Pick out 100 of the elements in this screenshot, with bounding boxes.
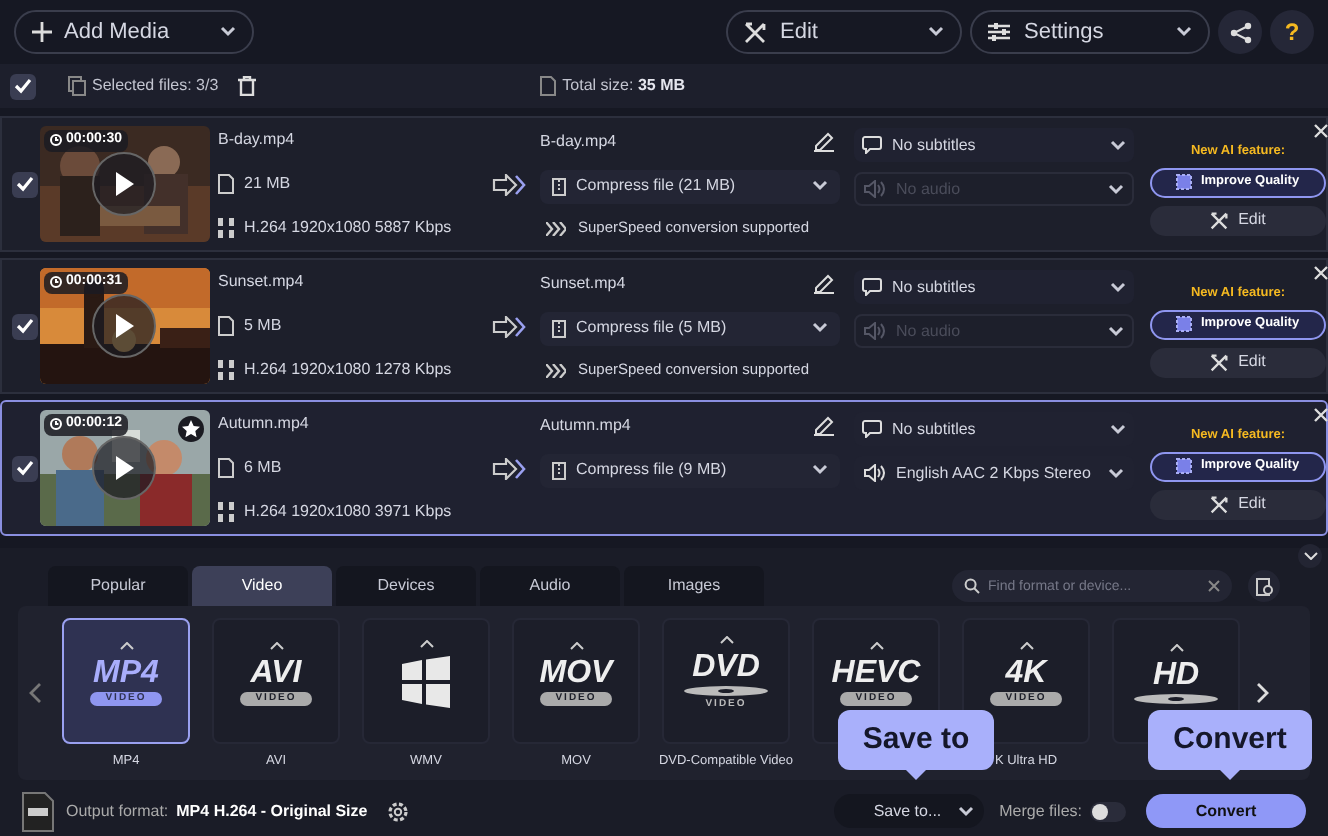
enhance-icon (1176, 316, 1193, 333)
edit-button[interactable]: Edit (1150, 489, 1326, 520)
checkbox[interactable] (12, 171, 38, 197)
selected-files-count: Selected files: 3/3 (92, 74, 219, 98)
format-logo: HEVC (831, 657, 921, 689)
help-button[interactable]: ? (1270, 10, 1314, 54)
clock-icon (50, 134, 62, 147)
speaker-icon (864, 322, 886, 340)
share-icon (1229, 21, 1251, 43)
file-name: Autumn.mp4 (218, 412, 311, 436)
chevrons-icon (546, 221, 566, 235)
format-logo: HD (1152, 659, 1200, 691)
file-name: Sunset.mp4 (218, 270, 306, 294)
add-media-button[interactable]: Add Media (14, 10, 254, 54)
play-icon (114, 172, 134, 196)
codec-info: H.264 1920x1080 5887 Kbps (244, 216, 452, 240)
film-icon (218, 218, 234, 238)
chevron-up-icon (1169, 643, 1183, 651)
output-file-name: Autumn.mp4 (540, 414, 631, 438)
output-file-name: Sunset.mp4 (540, 272, 626, 296)
play-icon (114, 456, 134, 480)
document-icon (218, 316, 234, 336)
gear-icon (385, 799, 410, 823)
speech-bubble-icon (862, 420, 882, 438)
chevron-up-icon (869, 641, 883, 649)
caret-icon (1110, 139, 1126, 151)
caret-icon (1176, 26, 1192, 38)
format-tile[interactable] (362, 618, 490, 744)
subtitles-dropdown[interactable]: No subtitles (854, 128, 1134, 162)
play-icon (114, 314, 134, 338)
convert-arrow-icon (492, 173, 526, 195)
tools-icon (1210, 353, 1229, 372)
checkbox[interactable] (12, 455, 38, 481)
tools-icon (744, 21, 766, 43)
caret-icon (812, 464, 828, 476)
tooltip-pointer (906, 770, 926, 780)
chevron-up-icon (119, 641, 133, 649)
format-logo: MOV (539, 657, 613, 689)
edit-button[interactable]: Edit (1150, 347, 1326, 378)
trash-icon (237, 76, 256, 96)
chevrons-icon (546, 363, 566, 377)
zip-icon (552, 177, 566, 195)
format-tab[interactable]: Audio (480, 566, 620, 606)
collapse-button[interactable] (1298, 544, 1322, 568)
clock-icon (50, 276, 62, 289)
compress-dropdown[interactable]: Compress file (21 MB) (540, 169, 840, 203)
tooltip: Save to (838, 710, 994, 770)
caret-icon (1303, 552, 1317, 560)
caret-icon (957, 805, 974, 817)
subtitles-dropdown[interactable]: No subtitles (854, 270, 1134, 304)
speech-bubble-icon (862, 136, 882, 154)
output-format-value: MP4 H.264 - Original Size (176, 799, 368, 823)
caret-icon (1110, 423, 1126, 435)
checkbox[interactable] (10, 73, 36, 99)
save-to-dropdown[interactable]: Save to... (833, 794, 984, 828)
edit-button[interactable]: Edit (1150, 205, 1326, 236)
tooltip: Convert (1148, 710, 1312, 770)
pencil-icon (814, 416, 834, 436)
merge-files-label: Merge files: (999, 799, 1082, 823)
document-icon (218, 458, 234, 478)
file-name: B-day.mp4 (218, 128, 297, 152)
close-icon (1313, 407, 1327, 421)
format-tab[interactable]: Devices (336, 566, 476, 606)
merge-toggle[interactable] (1090, 801, 1126, 821)
close-button[interactable] (1310, 404, 1328, 424)
convert-button[interactable]: Convert (1146, 794, 1306, 828)
compress-dropdown[interactable]: Compress file (9 MB) (540, 453, 840, 487)
compress-dropdown[interactable]: Compress file (5 MB) (540, 311, 840, 345)
chevron-up-icon (269, 641, 283, 649)
film-icon (218, 502, 234, 522)
format-logo: AVI (250, 657, 302, 689)
close-button[interactable] (1310, 262, 1328, 282)
clear-icon (1208, 580, 1220, 592)
format-tab[interactable]: Images (624, 566, 764, 606)
files-icon (68, 76, 86, 96)
settings-button[interactable]: Settings (970, 10, 1210, 54)
caret-icon (1108, 467, 1124, 479)
device-detect-button[interactable] (1248, 570, 1280, 602)
codec-info: H.264 1920x1080 1278 Kbps (244, 358, 452, 382)
file-size: 6 MB (244, 456, 282, 480)
chevron-up-icon (419, 639, 433, 647)
pencil-icon (814, 274, 834, 294)
edit-button[interactable]: Edit (726, 10, 962, 54)
enhance-icon (1176, 458, 1193, 475)
codec-info: H.264 1920x1080 3971 Kbps (244, 500, 452, 524)
tools-icon (1210, 495, 1229, 514)
settings-button[interactable] (383, 797, 412, 825)
format-tab[interactable]: Video (192, 566, 332, 606)
share-button[interactable] (1218, 10, 1262, 54)
format-tab[interactable]: Popular (48, 566, 188, 606)
output-format-label: Output format: (66, 799, 169, 823)
format-logo: 4K (1005, 657, 1047, 689)
caret-icon (928, 26, 944, 38)
total-size: Total size: 35 MB (562, 74, 686, 98)
checkbox[interactable] (12, 313, 38, 339)
close-button[interactable] (1310, 120, 1328, 140)
device-search-icon (1255, 577, 1273, 595)
chevron-up-icon (719, 635, 733, 643)
clock-icon (50, 418, 62, 431)
zip-icon (552, 461, 566, 479)
